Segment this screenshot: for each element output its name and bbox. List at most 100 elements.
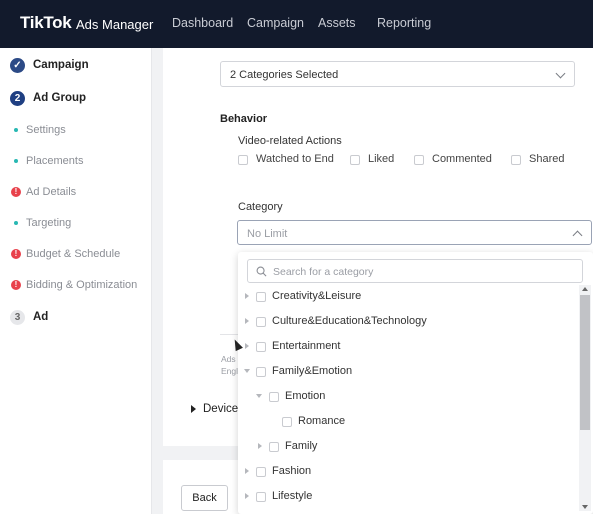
video-actions-title: Video-related Actions xyxy=(238,135,342,147)
checkbox-label: Liked xyxy=(368,153,395,165)
category-item-emotion[interactable]: Emotion xyxy=(238,386,578,408)
category-label: Lifestyle xyxy=(272,490,313,502)
nav-assets[interactable]: Assets xyxy=(318,16,356,30)
category-label: Entertainment xyxy=(272,340,341,352)
error-icon: ! xyxy=(11,249,21,259)
step-number: 2 xyxy=(10,91,25,106)
status-dot-icon xyxy=(14,128,18,132)
sidebar-item-ad-details[interactable]: ! Ad Details xyxy=(0,184,152,202)
sidebar-item-bidding-optimization[interactable]: ! Bidding & Optimization xyxy=(0,277,152,295)
expand-arrow-icon[interactable] xyxy=(245,343,249,349)
caret-right-icon xyxy=(191,405,196,413)
checkbox-commented[interactable] xyxy=(414,155,424,165)
expand-arrow-icon[interactable] xyxy=(258,443,262,449)
step-campaign[interactable]: ✓ Campaign xyxy=(0,56,152,78)
expand-arrow-icon[interactable] xyxy=(245,293,249,299)
category-item-lifestyle[interactable]: Lifestyle xyxy=(238,486,578,508)
category-checkbox[interactable] xyxy=(256,342,266,352)
sidebar-item-label: Placements xyxy=(26,155,84,167)
sidebar-item-label: Targeting xyxy=(26,217,72,229)
sidebar-item-label: Ad Details xyxy=(26,186,77,198)
expand-arrow-icon[interactable] xyxy=(245,493,249,499)
sidebar-item-label: Budget & Schedule xyxy=(26,248,121,260)
category-checkbox[interactable] xyxy=(256,467,266,477)
scrollbar-thumb[interactable] xyxy=(580,295,590,430)
nav-campaign[interactable]: Campaign xyxy=(247,16,304,30)
category-checkbox[interactable] xyxy=(282,417,292,427)
category-checkbox[interactable] xyxy=(269,392,279,402)
ads-manager-label: Ads Manager xyxy=(76,17,154,32)
checkbox-label: Commented xyxy=(432,153,492,165)
sidebar-item-placements[interactable]: Placements xyxy=(0,153,152,171)
faint-text: Ads xyxy=(221,354,236,364)
category-label: Family&Emotion xyxy=(272,365,353,377)
top-bar: TikTok Ads Manager Dashboard Campaign As… xyxy=(0,0,593,48)
sidebar-item-settings[interactable]: Settings xyxy=(0,122,152,140)
step-number: 3 xyxy=(10,310,25,325)
chevron-up-icon xyxy=(572,230,583,241)
categories-select[interactable]: 2 Categories Selected xyxy=(220,61,575,87)
status-dot-icon xyxy=(14,221,18,225)
checkbox-liked[interactable] xyxy=(350,155,360,165)
category-checkbox[interactable] xyxy=(269,442,279,452)
category-item-creativity-leisure[interactable]: Creativity&Leisure xyxy=(238,286,578,308)
sidebar-item-targeting[interactable]: Targeting xyxy=(0,215,152,233)
sidebar-item-label: Settings xyxy=(26,124,66,136)
category-label: Family xyxy=(285,440,318,452)
category-checkbox[interactable] xyxy=(256,292,266,302)
category-item-entertainment[interactable]: Entertainment xyxy=(238,336,578,358)
back-button[interactable]: Back xyxy=(181,485,228,511)
faint-text: Engl xyxy=(221,366,239,376)
category-title: Category xyxy=(238,201,283,213)
device-label: Device xyxy=(203,403,239,415)
category-select[interactable]: No Limit xyxy=(237,220,592,245)
category-checkbox[interactable] xyxy=(256,492,266,502)
category-label: Creativity&Leisure xyxy=(272,290,362,302)
step-ad[interactable]: 3 Ad xyxy=(0,308,152,330)
step-label: Ad Group xyxy=(33,92,87,104)
error-icon: ! xyxy=(11,187,21,197)
dropdown-scrollbar[interactable] xyxy=(579,285,591,511)
category-item-culture-education-technology[interactable]: Culture&Education&Technology xyxy=(238,311,578,333)
category-checkbox[interactable] xyxy=(256,367,266,377)
category-item-family[interactable]: Family xyxy=(238,436,578,458)
search-icon xyxy=(256,266,267,277)
checkbox-watched-to-end[interactable] xyxy=(238,155,248,165)
category-label: Emotion xyxy=(285,390,326,402)
step-label: Ad xyxy=(33,311,49,323)
sidebar-item-label: Bidding & Optimization xyxy=(26,279,138,291)
category-search[interactable] xyxy=(247,259,583,283)
nav-reporting[interactable]: Reporting xyxy=(377,16,431,30)
category-search-input[interactable] xyxy=(273,264,573,279)
tiktok-logo[interactable]: TikTok xyxy=(20,13,72,33)
scroll-up-arrow-icon[interactable] xyxy=(582,287,588,291)
category-item-fashion[interactable]: Fashion xyxy=(238,461,578,483)
behavior-title: Behavior xyxy=(220,113,268,125)
collapse-arrow-icon[interactable] xyxy=(244,369,250,373)
checkbox-shared[interactable] xyxy=(511,155,521,165)
collapse-arrow-icon[interactable] xyxy=(256,394,262,398)
expand-arrow-icon[interactable] xyxy=(245,468,249,474)
sidebar-item-budget-schedule[interactable]: ! Budget & Schedule xyxy=(0,246,152,264)
category-label: Romance xyxy=(298,415,346,427)
checkbox-label: Shared xyxy=(529,153,565,165)
sidebar: ✓ Campaign 2 Ad Group Settings Placement… xyxy=(0,48,152,514)
category-select-value: No Limit xyxy=(247,228,288,240)
step-check-icon: ✓ xyxy=(10,58,25,73)
category-label: Culture&Education&Technology xyxy=(272,315,427,327)
step-ad-group[interactable]: 2 Ad Group xyxy=(0,89,152,111)
category-item-romance[interactable]: Romance xyxy=(238,411,578,433)
checkbox-label: Watched to End xyxy=(256,153,334,165)
category-label: Fashion xyxy=(272,465,312,477)
error-icon: ! xyxy=(11,280,21,290)
category-checkbox[interactable] xyxy=(256,317,266,327)
scroll-down-arrow-icon[interactable] xyxy=(582,505,588,509)
nav-dashboard[interactable]: Dashboard xyxy=(172,16,233,30)
step-label: Campaign xyxy=(33,59,89,71)
category-item-family-emotion[interactable]: Family&Emotion xyxy=(238,361,578,383)
expand-arrow-icon[interactable] xyxy=(245,318,249,324)
section-divider xyxy=(220,334,240,335)
status-dot-icon xyxy=(14,159,18,163)
chevron-down-icon xyxy=(555,68,566,79)
categories-select-value: 2 Categories Selected xyxy=(230,69,339,81)
